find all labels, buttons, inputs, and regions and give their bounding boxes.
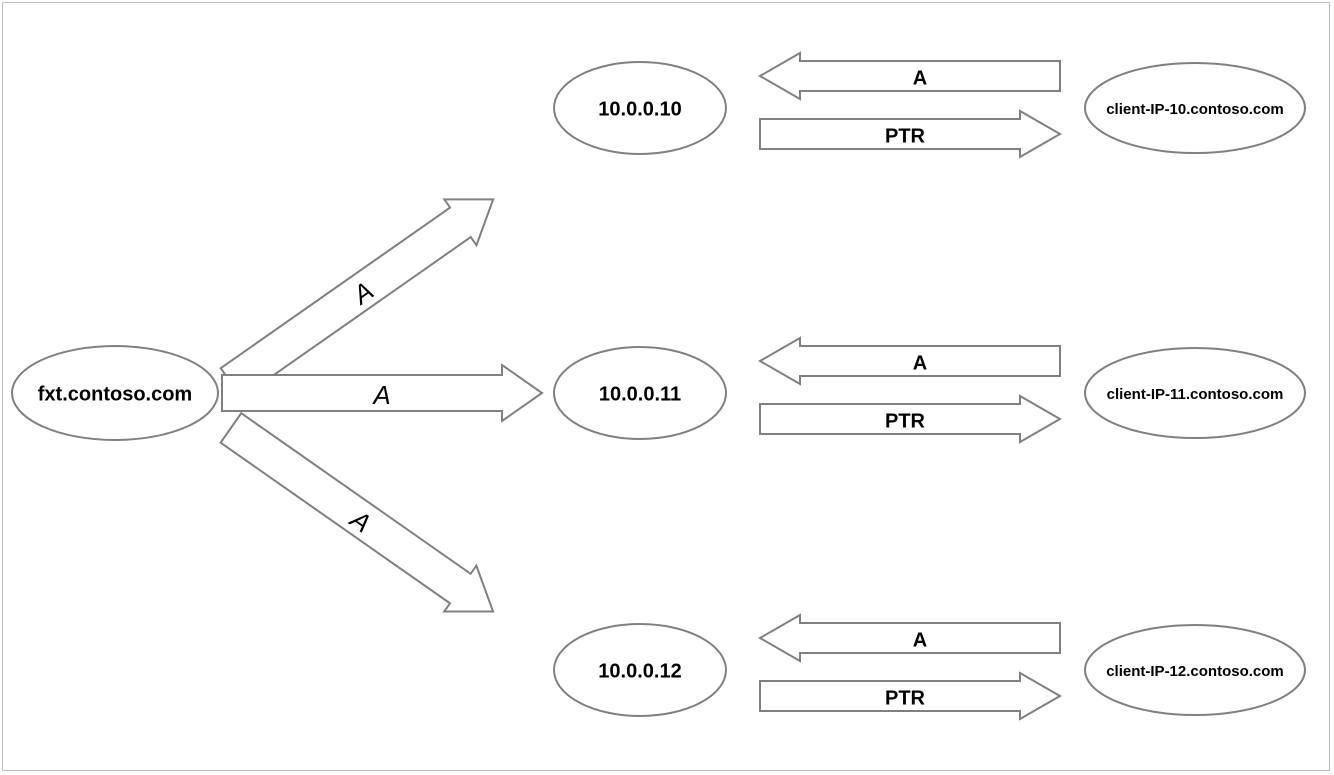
a-arrow-client-0: A [760, 53, 1060, 99]
ptr-arrow-client-1-label: PTR [885, 410, 926, 432]
a-arrow-client-1-label: A [913, 352, 927, 374]
a-arrow-client-1: A [760, 338, 1060, 384]
ptr-arrow-client-1: PTR [760, 396, 1060, 442]
source-label: fxt.contoso.com [38, 383, 192, 405]
ptr-arrow-client-0: PTR [760, 111, 1060, 157]
a-arrow-src-2: A [215, 405, 509, 634]
a-arrow-client-2: A [760, 615, 1060, 661]
client-label-2: client-IP-12.contoso.com [1106, 663, 1284, 680]
ip-label-2: 10.0.0.12 [598, 660, 681, 682]
a-arrow-client-0-label: A [913, 67, 927, 89]
a-arrow-src-1-label: A [371, 380, 390, 410]
ip-label-0: 10.0.0.10 [598, 98, 681, 120]
client-label-0: client-IP-10.contoso.com [1106, 101, 1284, 118]
client-label-1: client-IP-11.contoso.com [1107, 386, 1284, 403]
a-arrow-client-2-label: A [913, 629, 927, 651]
ptr-arrow-client-2-label: PTR [885, 687, 926, 709]
ip-label-1: 10.0.0.11 [599, 383, 681, 405]
ptr-arrow-client-0-label: PTR [885, 125, 926, 147]
ptr-arrow-client-2: PTR [760, 673, 1060, 719]
a-arrow-src-0: A [215, 176, 509, 405]
dns-diagram: fxt.contoso.com 10.0.0.10 10.0.0.11 10.0… [0, 0, 1334, 775]
